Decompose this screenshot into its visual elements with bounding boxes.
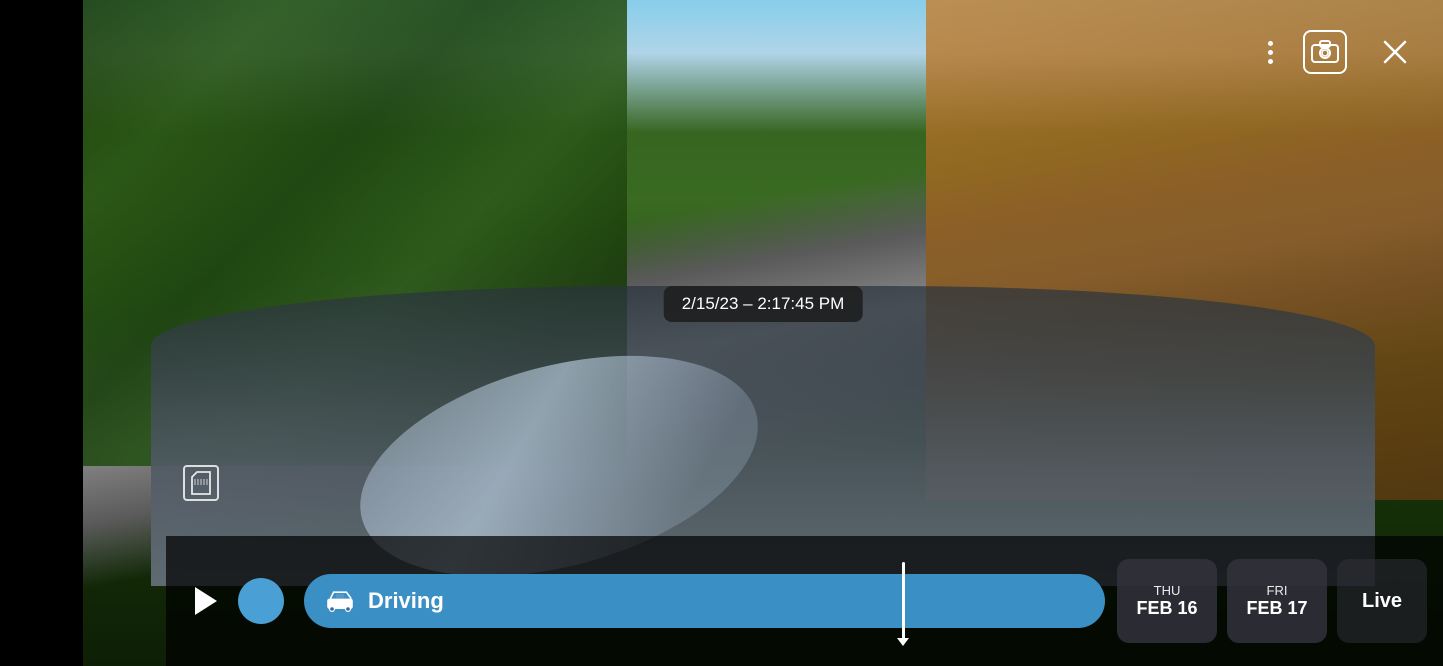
screenshot-button[interactable]: [1303, 30, 1347, 74]
sd-card-icon: [183, 465, 219, 501]
timestamp-text: 2/15/23 – 2:17:45 PM: [682, 294, 845, 313]
video-area: 2/15/23 – 2:17:45 PM: [83, 0, 1443, 666]
driving-text: Driving: [368, 588, 444, 614]
date-card-thu-feb16[interactable]: THU FEB 16: [1117, 559, 1217, 643]
live-label: Live: [1362, 590, 1402, 613]
scrubber-line[interactable]: [902, 562, 905, 640]
play-button[interactable]: [182, 579, 226, 623]
more-options-button[interactable]: [1268, 41, 1273, 64]
date-card-monthday-1: FEB 17: [1246, 598, 1307, 619]
current-position-indicator: [238, 578, 284, 624]
play-icon: [195, 587, 217, 615]
timestamp-tooltip: 2/15/23 – 2:17:45 PM: [664, 286, 863, 322]
live-button[interactable]: Live: [1337, 559, 1427, 643]
date-card-monthday-0: FEB 16: [1136, 598, 1197, 619]
driving-label: Driving: [324, 588, 444, 614]
date-card-day-0: THU: [1154, 583, 1181, 598]
date-cards: THU FEB 16 FRI FEB 17 Live: [1117, 559, 1427, 643]
timeline-track[interactable]: Driving: [304, 574, 1105, 628]
top-controls: [1268, 30, 1413, 74]
close-button[interactable]: [1377, 34, 1413, 70]
app-container: 2/15/23 – 2:17:45 PM: [0, 0, 1443, 666]
bottom-bar: Driving THU FEB 16 FRI FEB 17 Live: [166, 536, 1443, 666]
car-icon: [324, 590, 356, 612]
left-sidebar: [0, 0, 83, 666]
scrubber-handle: [897, 638, 909, 646]
date-card-day-1: FRI: [1267, 583, 1288, 598]
date-card-fri-feb17[interactable]: FRI FEB 17: [1227, 559, 1327, 643]
